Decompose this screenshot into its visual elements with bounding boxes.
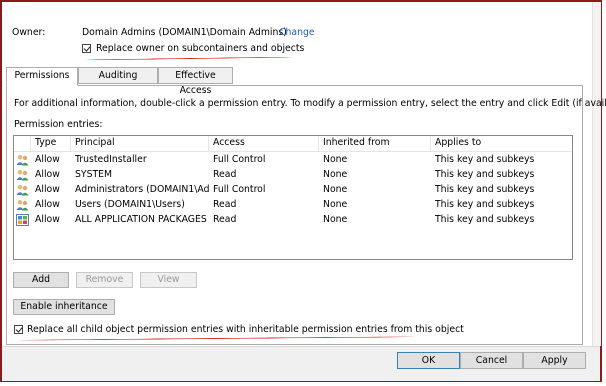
table-row[interactable]: Allow Users (DOMAIN1\Users) Read None Th… xyxy=(14,197,572,212)
users-icon xyxy=(16,154,29,165)
replace-child-permissions-label[interactable]: Replace all child object permission entr… xyxy=(27,324,464,335)
column-header-icon xyxy=(14,136,31,151)
window-edge-strip xyxy=(592,2,601,346)
tab-effective-access[interactable]: Effective Access xyxy=(158,67,233,96)
cell-inherited-from: None xyxy=(323,199,348,210)
cell-applies-to: This key and subkeys xyxy=(435,214,535,225)
cell-access: Read xyxy=(213,199,237,210)
table-row[interactable]: Allow Administrators (DOMAIN1\Ad... Full… xyxy=(14,182,572,197)
permission-entries-list[interactable]: Type Principal Access Inherited from App… xyxy=(13,135,573,260)
users-icon xyxy=(16,199,29,210)
column-header-inherited-from[interactable]: Inherited from xyxy=(319,136,431,151)
tab-permissions[interactable]: Permissions xyxy=(6,67,78,86)
cell-inherited-from: None xyxy=(323,214,348,225)
cell-applies-to: This key and subkeys xyxy=(435,169,535,180)
column-header-access[interactable]: Access xyxy=(209,136,319,151)
cell-applies-to: This key and subkeys xyxy=(435,184,535,195)
cell-type: Allow xyxy=(35,169,60,180)
column-header-applies-to[interactable]: Applies to xyxy=(431,136,572,151)
permission-entries-label: Permission entries: xyxy=(14,119,103,130)
remove-button[interactable]: Remove xyxy=(76,272,133,288)
list-header: Type Principal Access Inherited from App… xyxy=(14,136,572,152)
cell-access: Read xyxy=(213,169,237,180)
table-row[interactable]: Allow SYSTEM Read None This key and subk… xyxy=(14,167,572,182)
view-button[interactable]: View xyxy=(140,272,197,288)
cancel-button[interactable]: Cancel xyxy=(460,352,523,369)
permissions-info-text: For additional information, double-click… xyxy=(14,98,606,109)
column-header-principal[interactable]: Principal xyxy=(71,136,209,151)
cell-type: Allow xyxy=(35,154,60,165)
users-icon xyxy=(16,184,29,195)
packages-icon xyxy=(16,213,29,226)
owner-label: Owner: xyxy=(12,27,46,38)
tab-auditing[interactable]: Auditing xyxy=(78,67,158,84)
replace-owner-checkbox[interactable] xyxy=(82,44,91,53)
cell-access: Full Control xyxy=(213,184,266,195)
replace-owner-label[interactable]: Replace owner on subcontainers and objec… xyxy=(96,43,304,54)
column-header-type[interactable]: Type xyxy=(31,136,71,151)
cell-inherited-from: None xyxy=(323,154,348,165)
cell-principal: Administrators (DOMAIN1\Ad... xyxy=(75,184,209,195)
cell-principal: TrustedInstaller xyxy=(75,154,147,165)
replace-child-permissions-checkbox[interactable] xyxy=(14,325,23,334)
ok-button[interactable]: OK xyxy=(397,352,460,369)
users-icon xyxy=(16,169,29,180)
cell-type: Allow xyxy=(35,214,60,225)
cell-applies-to: This key and subkeys xyxy=(435,154,535,165)
enable-inheritance-button[interactable]: Enable inheritance xyxy=(13,299,115,315)
cell-principal: ALL APPLICATION PACKAGES xyxy=(75,214,207,225)
owner-value: Domain Admins (DOMAIN1\Domain Admins) xyxy=(82,27,287,38)
cell-type: Allow xyxy=(35,184,60,195)
table-row[interactable]: Allow TrustedInstaller Full Control None… xyxy=(14,152,572,167)
table-row[interactable]: Allow ALL APPLICATION PACKAGES Read None… xyxy=(14,212,572,227)
apply-button[interactable]: Apply xyxy=(523,352,586,369)
cell-type: Allow xyxy=(35,199,60,210)
cell-applies-to: This key and subkeys xyxy=(435,199,535,210)
add-button[interactable]: Add xyxy=(13,272,69,288)
cell-principal: Users (DOMAIN1\Users) xyxy=(75,199,185,210)
cell-principal: SYSTEM xyxy=(75,169,113,180)
cell-inherited-from: None xyxy=(323,184,348,195)
cell-inherited-from: None xyxy=(323,169,348,180)
change-owner-link[interactable]: Change xyxy=(279,27,315,38)
cell-access: Read xyxy=(213,214,237,225)
cell-access: Full Control xyxy=(213,154,266,165)
